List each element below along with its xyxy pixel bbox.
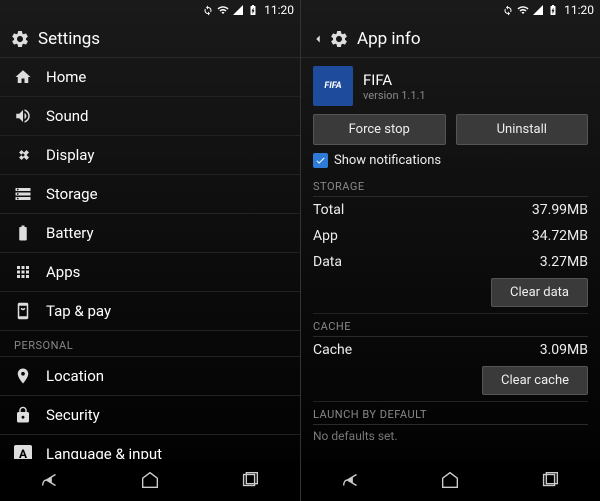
- storage-app-row: App 34.72MB: [313, 223, 588, 249]
- item-language[interactable]: A Language & input: [0, 435, 300, 459]
- value: 34.72MB: [532, 228, 588, 244]
- clear-cache-button[interactable]: Clear cache: [482, 366, 588, 395]
- nfc-icon: [14, 302, 32, 320]
- storage-icon: [14, 185, 32, 203]
- battery-icon: [547, 4, 559, 16]
- app-row: FIFA FIFA version 1.1.1: [313, 66, 588, 106]
- label: App: [313, 228, 338, 244]
- item-label: Tap & pay: [46, 302, 111, 320]
- home-icon: [14, 68, 32, 86]
- item-label: Sound: [46, 107, 88, 125]
- label: Data: [313, 254, 342, 270]
- cache-row: Cache 3.09MB: [313, 337, 588, 363]
- rotate-icon: [202, 4, 214, 16]
- item-label: Location: [46, 367, 104, 385]
- show-notifications-row[interactable]: Show notifications: [313, 153, 588, 168]
- storage-data-row: Data 3.27MB: [313, 249, 588, 275]
- gear-icon: [329, 29, 349, 49]
- display-icon: [14, 146, 32, 164]
- wifi-icon: [517, 4, 529, 16]
- clock: 11:20: [264, 3, 294, 17]
- label: Total: [313, 202, 344, 218]
- back-nav-icon[interactable]: [39, 469, 61, 491]
- location-icon: [14, 367, 32, 385]
- signal-icon: [232, 4, 244, 16]
- recents-nav-icon[interactable]: [239, 469, 261, 491]
- app-info-content: FIFA FIFA version 1.1.1 Force stop Unins…: [301, 58, 600, 459]
- rotate-icon: [502, 4, 514, 16]
- battery-icon: [14, 224, 32, 242]
- clock: 11:20: [564, 3, 594, 17]
- app-info-screen: 11:20 App info FIFA FIFA version 1.1.1 F…: [300, 0, 600, 501]
- item-sound[interactable]: Sound: [0, 97, 300, 136]
- launch-text: No defaults set.: [313, 425, 588, 447]
- apps-icon: [14, 263, 32, 281]
- item-label: Battery: [46, 224, 94, 242]
- home-nav-icon[interactable]: [139, 469, 161, 491]
- label: Cache: [313, 342, 352, 358]
- uninstall-button[interactable]: Uninstall: [456, 114, 589, 145]
- app-info-header: App info: [301, 20, 600, 58]
- wifi-icon: [217, 4, 229, 16]
- force-stop-button[interactable]: Force stop: [313, 114, 446, 145]
- back-icon[interactable]: [311, 32, 325, 46]
- item-display[interactable]: Display: [0, 136, 300, 175]
- settings-header: Settings: [0, 20, 300, 58]
- storage-header: STORAGE: [313, 176, 588, 197]
- value: 3.09MB: [540, 342, 588, 358]
- battery-icon: [247, 4, 259, 16]
- cache-header: CACHE: [313, 316, 588, 337]
- app-icon: FIFA: [313, 66, 353, 106]
- checkbox-checked-icon[interactable]: [313, 153, 328, 168]
- app-name: FIFA: [363, 71, 426, 89]
- app-version: version 1.1.1: [363, 89, 426, 102]
- sound-icon: [14, 107, 32, 125]
- item-label: Storage: [46, 185, 98, 203]
- personal-header: PERSONAL: [0, 331, 300, 357]
- storage-total-row: Total 37.99MB: [313, 197, 588, 223]
- item-security[interactable]: Security: [0, 396, 300, 435]
- status-bar: 11:20: [0, 0, 300, 20]
- launch-header: LAUNCH BY DEFAULT: [313, 404, 588, 425]
- value: 3.27MB: [540, 254, 588, 270]
- status-bar: 11:20: [301, 0, 600, 20]
- item-apps[interactable]: Apps: [0, 253, 300, 292]
- item-label: Display: [46, 146, 94, 164]
- settings-screen: 11:20 Settings Home Sound Display Storag…: [0, 0, 300, 501]
- app-info-title: App info: [357, 29, 421, 49]
- item-home[interactable]: Home: [0, 58, 300, 97]
- item-location[interactable]: Location: [0, 357, 300, 396]
- language-icon: A: [14, 445, 32, 459]
- settings-list: Home Sound Display Storage Battery Apps …: [0, 58, 300, 459]
- item-tap-pay[interactable]: Tap & pay: [0, 292, 300, 331]
- nav-bar: [0, 459, 300, 501]
- show-notifications-label: Show notifications: [334, 153, 441, 168]
- item-label: Security: [46, 406, 100, 424]
- item-battery[interactable]: Battery: [0, 214, 300, 253]
- recents-nav-icon[interactable]: [539, 469, 561, 491]
- home-nav-icon[interactable]: [439, 469, 461, 491]
- item-label: Language & input: [46, 445, 162, 459]
- signal-icon: [532, 4, 544, 16]
- value: 37.99MB: [532, 202, 588, 218]
- nav-bar: [301, 459, 600, 501]
- item-label: Home: [46, 68, 86, 86]
- item-storage[interactable]: Storage: [0, 175, 300, 214]
- clear-data-button[interactable]: Clear data: [491, 278, 588, 307]
- lock-icon: [14, 406, 32, 424]
- settings-title: Settings: [38, 29, 100, 49]
- gear-icon: [10, 29, 30, 49]
- back-nav-icon[interactable]: [340, 469, 362, 491]
- item-label: Apps: [46, 263, 80, 281]
